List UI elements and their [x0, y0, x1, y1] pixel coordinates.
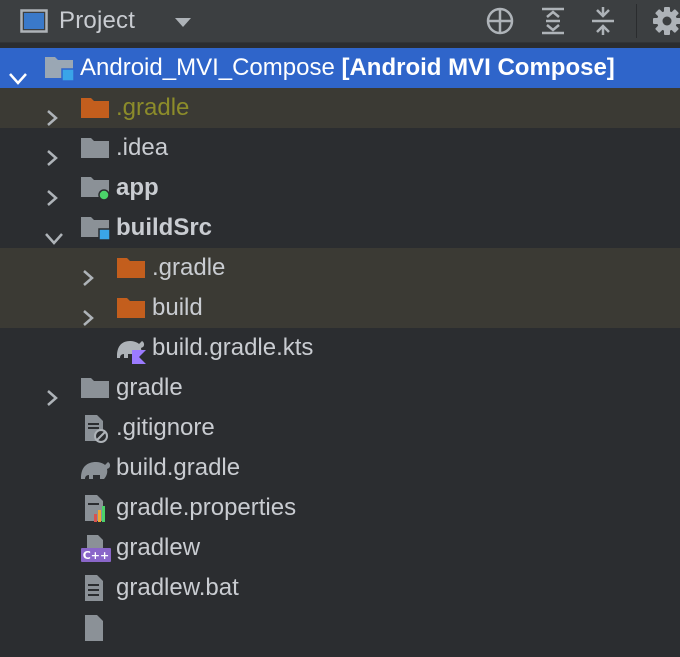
- root-name: Android_MVI_Compose: [80, 54, 335, 81]
- project-window-icon: [20, 9, 48, 38]
- gear-icon[interactable]: [652, 6, 680, 41]
- tree-item-label: .idea: [116, 134, 169, 161]
- tree-root-row[interactable]: Android_MVI_Compose [Android MVI Compose…: [0, 48, 680, 88]
- tree-item-label: gradle: [116, 374, 183, 401]
- tree-item-label: buildSrc: [116, 214, 213, 241]
- tree-item-buildsrc[interactable]: buildSrc: [0, 208, 680, 248]
- tree-item-buildsrc-dot-gradle[interactable]: .gradle: [0, 248, 680, 288]
- tree-item-build-gradle-kts[interactable]: build.gradle.kts: [0, 328, 680, 368]
- tree-item-buildsrc-build[interactable]: build: [0, 288, 680, 328]
- crosshair-icon[interactable]: [485, 6, 515, 41]
- tree-item-gitignore[interactable]: .gitignore: [0, 408, 680, 448]
- tree-item-label: gradle.properties: [116, 494, 297, 521]
- root-module-name: [Android MVI Compose]: [341, 54, 615, 81]
- panel-title[interactable]: Project: [59, 7, 135, 35]
- tree-item-label: build.gradle.kts: [152, 334, 314, 361]
- tree-item-label: build.gradle: [116, 454, 241, 481]
- collapse-all-icon[interactable]: [590, 6, 616, 41]
- toolbar-divider: [636, 4, 637, 38]
- tree-item-gradle-folder[interactable]: gradle: [0, 368, 680, 408]
- root-project-name: Android_MVI_Compose [Android MVI Compose…: [80, 48, 615, 88]
- tree-item-label: .gitignore: [116, 414, 215, 441]
- tree-item-label: app: [116, 174, 159, 201]
- chevron-down-icon[interactable]: [174, 16, 192, 34]
- tree-item-label: gradlew: [116, 534, 201, 561]
- text-file-icon: [82, 614, 110, 657]
- tree-item-label: .gradle: [152, 254, 226, 281]
- tree-item-partial[interactable]: [0, 608, 680, 648]
- project-tree: Android_MVI_Compose [Android MVI Compose…: [0, 48, 680, 641]
- expand-all-icon[interactable]: [540, 6, 566, 41]
- tree-item-label: gradlew.bat: [116, 574, 239, 601]
- tree-item-dot-gradle[interactable]: .gradle: [0, 88, 680, 128]
- tree-item-build-gradle[interactable]: build.gradle: [0, 448, 680, 488]
- tree-item-label: build: [152, 294, 203, 321]
- tree-item-label: .gradle: [116, 94, 190, 121]
- project-panel-header: Project: [0, 0, 680, 43]
- tree-item-app[interactable]: app: [0, 168, 680, 208]
- tree-item-gradlew[interactable]: C++ gradlew: [0, 528, 680, 568]
- tree-item-gradle-properties[interactable]: gradle.properties: [0, 488, 680, 528]
- tree-item-idea[interactable]: .idea: [0, 128, 680, 168]
- svg-text:C++: C++: [83, 549, 110, 562]
- tree-item-gradlew-bat[interactable]: gradlew.bat: [0, 568, 680, 608]
